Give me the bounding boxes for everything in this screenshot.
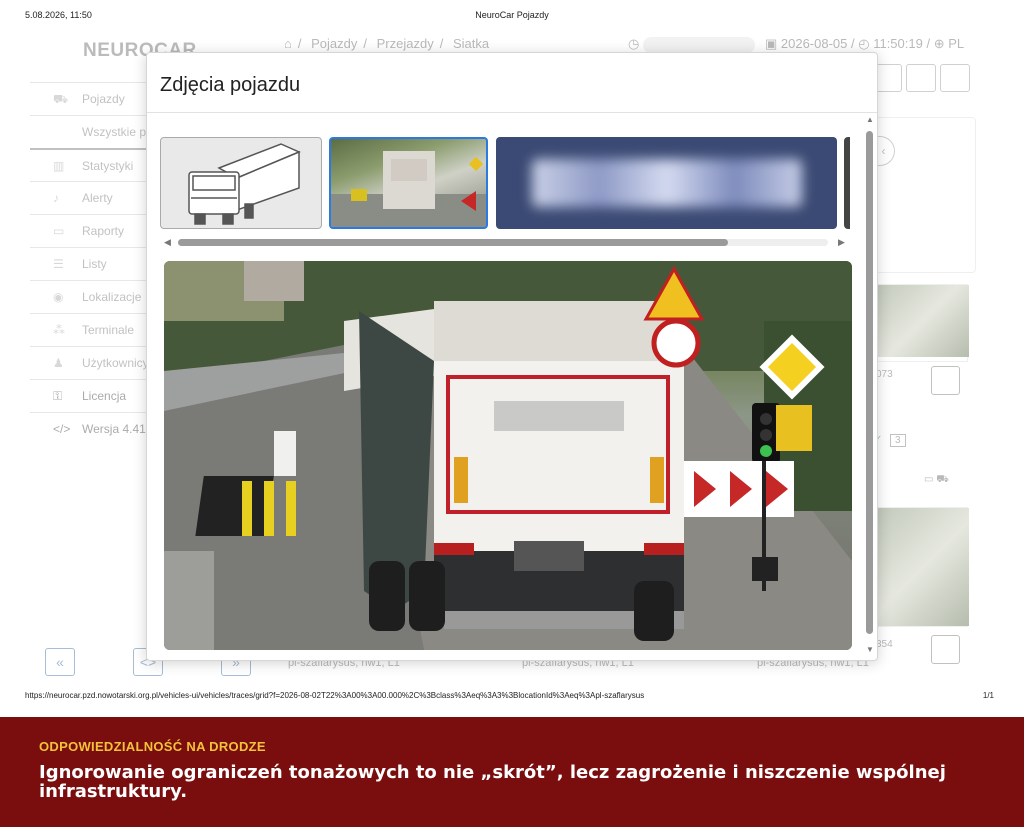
list-icon: ☰ bbox=[53, 257, 64, 271]
vehicle-photo bbox=[877, 508, 969, 626]
sidebar: ⛟Pojazdy Wszystkie pojazdy ▥Statystyki ♪… bbox=[30, 82, 146, 445]
current-time: 11:50:19 bbox=[873, 36, 923, 51]
code-icon: </> bbox=[53, 422, 71, 436]
sidebar-item-wszystkie-pojazdy[interactable]: Wszystkie pojazdy bbox=[30, 115, 146, 148]
road-scene-thumbnail bbox=[331, 151, 486, 227]
select-checkbox[interactable] bbox=[931, 366, 960, 395]
scroll-right-icon[interactable]: ▶ bbox=[838, 237, 845, 248]
banner-text: Ignorowanie ograniczeń tonażowych to nie… bbox=[39, 762, 946, 802]
scroll-down-icon[interactable]: ▼ bbox=[866, 645, 874, 654]
sidebar-item-raporty[interactable]: ▭ Raporty bbox=[30, 214, 146, 247]
sidebar-item-uzytkownicy[interactable]: ♟ Użytkownicy bbox=[30, 346, 146, 379]
vehicle-card[interactable] bbox=[876, 284, 969, 362]
scrollbar-thumb[interactable] bbox=[866, 131, 873, 634]
main-vehicle-photo bbox=[164, 261, 852, 650]
count-badge: 3 bbox=[890, 434, 906, 447]
calendar-icon: ▣ bbox=[764, 36, 778, 51]
plate-thumbnail[interactable] bbox=[496, 137, 837, 229]
sidebar-item-terminale[interactable]: ⁂ Terminale bbox=[30, 313, 146, 346]
clock-icon: ◴ bbox=[858, 36, 870, 51]
banner-kicker: ODPOWIEDZIALNOŚĆ NA DRODZE bbox=[39, 739, 266, 754]
breadcrumb-item[interactable]: Pojazdy bbox=[311, 36, 357, 51]
select-checkbox[interactable] bbox=[931, 635, 960, 664]
sidebar-item-lokalizacje[interactable]: ◉ Lokalizacje bbox=[30, 280, 146, 313]
photo-thumbnail[interactable] bbox=[844, 137, 850, 229]
scrollbar-thumb[interactable] bbox=[178, 239, 728, 246]
thumbnail-scrollbar[interactable]: ◀ ▶ bbox=[160, 237, 850, 247]
sidebar-item-pojazdy[interactable]: ⛟ Pojazdy bbox=[30, 82, 146, 115]
toolbar-buttons bbox=[872, 64, 974, 97]
network-icon: ⁂ bbox=[53, 323, 65, 337]
card-icons: ▭ ⛟ bbox=[924, 474, 949, 485]
key-icon: ⚿ bbox=[53, 389, 63, 403]
chart-icon: ▥ bbox=[53, 159, 65, 173]
globe-icon: ⊕ bbox=[933, 36, 945, 51]
truck-icon bbox=[188, 143, 301, 225]
breadcrumb-item: Siatka bbox=[452, 36, 490, 51]
photo-thumbnail-selected[interactable] bbox=[329, 137, 488, 229]
car-icon: ⛟ bbox=[53, 92, 69, 106]
language-selector[interactable]: PL bbox=[948, 36, 964, 51]
thumbnail-strip bbox=[160, 137, 850, 229]
current-date: 2026-08-05 bbox=[780, 36, 848, 51]
caption-banner: ODPOWIEDZIALNOŚĆ NA DRODZE Ignorowanie o… bbox=[0, 717, 1024, 827]
vehicle-card[interactable] bbox=[876, 507, 969, 627]
pin-icon: ◉ bbox=[53, 290, 64, 304]
sidebar-item-alerty[interactable]: ♪ Alerty bbox=[30, 181, 146, 214]
modal-header: Zdjęcia pojazdu bbox=[147, 53, 877, 113]
truck-rear-photo bbox=[164, 261, 852, 650]
user-icon: ◷ bbox=[628, 36, 640, 51]
user-name-redacted[interactable] bbox=[643, 36, 756, 53]
vehicle-photos-modal: Zdjęcia pojazdu ◀ ▶ ▲ ▼ bbox=[146, 52, 878, 661]
modal-title: Zdjęcia pojazdu bbox=[160, 74, 301, 96]
print-header: 5.08.2026, 11:50 NeuroCar Pojazdy bbox=[0, 0, 1024, 30]
vehicle-photo bbox=[877, 285, 969, 357]
sidebar-item-licencja[interactable]: ⚿ Licencja bbox=[30, 379, 146, 412]
first-page-button[interactable]: « bbox=[45, 648, 75, 676]
vehicle-card-id: 073 bbox=[876, 369, 893, 380]
print-footer: https://neurocar.pzd.nowotarski.org.pl/v… bbox=[0, 689, 1024, 703]
print-page-count: 1/1 bbox=[982, 691, 994, 700]
home-icon[interactable]: ⌂ bbox=[284, 36, 292, 51]
blurred-plate bbox=[532, 159, 802, 207]
breadcrumb: ⌂ / Pojazdy / Przejazdy / Siatka bbox=[284, 36, 490, 51]
vehicle-card-id: 354 bbox=[876, 639, 893, 650]
filter-panel: ‹ bbox=[872, 117, 976, 273]
sidebar-item-listy[interactable]: ☰ Listy bbox=[30, 247, 146, 280]
modal-scrollbar[interactable]: ▲ ▼ bbox=[864, 113, 876, 662]
user-icon: ♟ bbox=[53, 356, 64, 370]
print-url: https://neurocar.pzd.nowotarski.org.pl/v… bbox=[25, 691, 645, 700]
sidebar-item-wersja[interactable]: </> Wersja 4.41 bbox=[30, 412, 146, 445]
print-title: NeuroCar Pojazdy bbox=[475, 10, 549, 20]
vehicle-class-thumbnail[interactable] bbox=[160, 137, 322, 229]
breadcrumb-item[interactable]: Przejazdy bbox=[377, 36, 434, 51]
scroll-up-icon[interactable]: ▲ bbox=[866, 115, 874, 124]
toolbar-button[interactable] bbox=[906, 64, 936, 92]
inbox-icon: ▭ bbox=[53, 224, 65, 238]
toolbar-button[interactable] bbox=[940, 64, 970, 92]
status-bar: ◷ ▣ 2026-08-05 / ◴ 11:50:19 / ⊕ PL bbox=[628, 36, 965, 53]
bell-icon: ♪ bbox=[53, 191, 59, 205]
scroll-left-icon[interactable]: ◀ bbox=[164, 237, 171, 248]
sidebar-item-statystyki[interactable]: ▥ Statystyki bbox=[30, 148, 146, 181]
